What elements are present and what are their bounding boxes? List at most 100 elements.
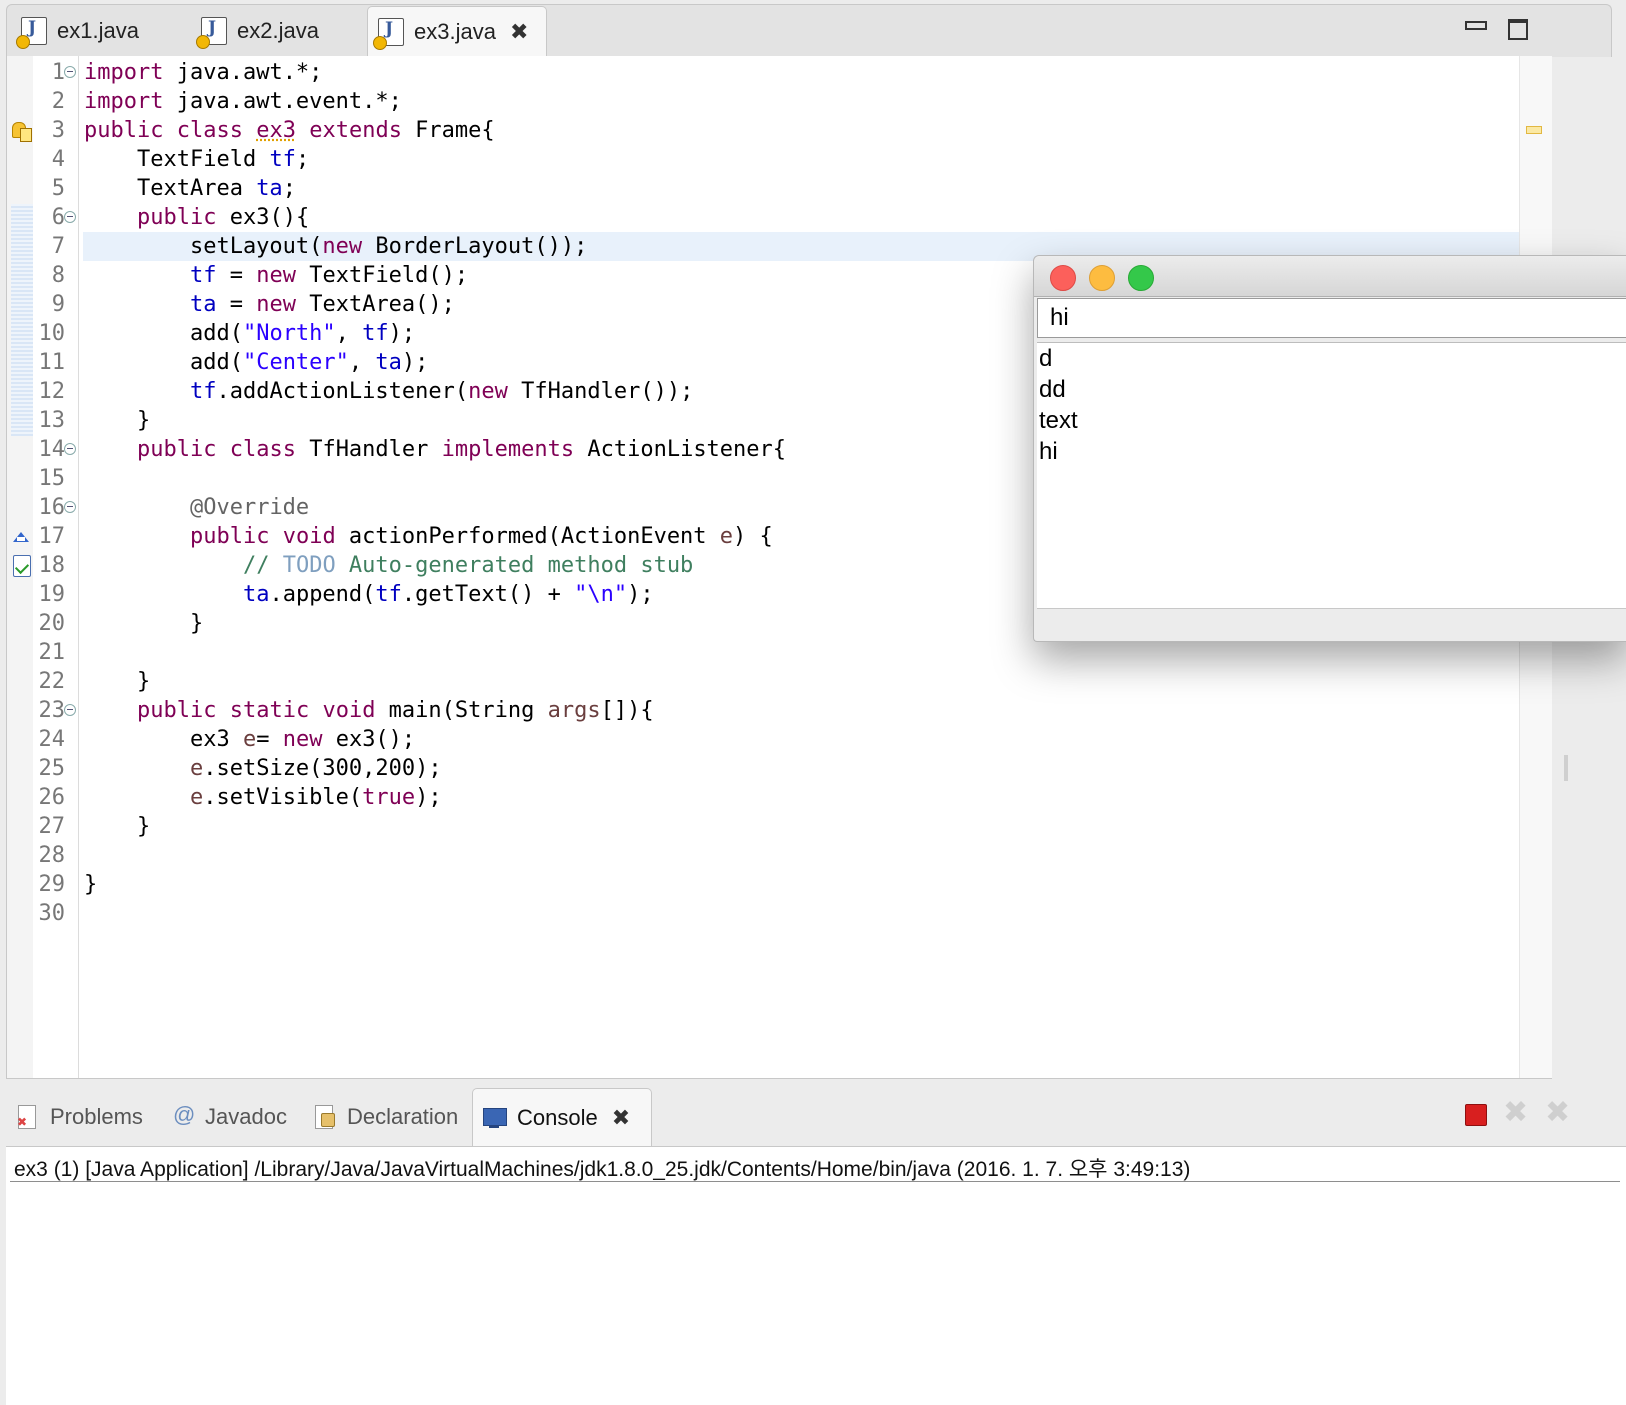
code-text: import java.awt.*; — [84, 58, 322, 87]
line-number: 23 — [38, 698, 66, 723]
code-text: add("North", tf); — [84, 319, 415, 348]
code-token: tf — [189, 379, 217, 404]
line-number: 30 — [38, 901, 66, 926]
minimize-button[interactable] — [1089, 265, 1115, 291]
tab-ex2-java[interactable]: J ex2.java — [191, 7, 319, 55]
console-output[interactable]: ex3 (1) [Java Application] /Library/Java… — [6, 1146, 1626, 1405]
text-field[interactable]: hi — [1037, 298, 1626, 338]
code-token: "\n" — [574, 582, 628, 607]
console-process-label: ex3 (1) [Java Application] /Library/Java… — [14, 1158, 1191, 1181]
tab-console[interactable]: Console ✖︎ — [472, 1088, 652, 1147]
code-token: new — [468, 379, 508, 404]
code-token: "Center" — [242, 350, 349, 375]
fold-collapse-icon[interactable] — [64, 443, 76, 455]
code-token: TextField(); — [295, 263, 469, 288]
line-number: 9 — [51, 292, 65, 317]
code-text: add("Center", ta); — [84, 348, 428, 377]
code-token: .setVisible( — [203, 785, 363, 810]
line-number: 17 — [38, 524, 66, 549]
code-line[interactable]: 30 — [7, 899, 1519, 928]
code-token: ; — [295, 147, 310, 172]
task-icon[interactable] — [10, 553, 32, 577]
line-number: 8 — [51, 263, 65, 288]
code-token: } — [84, 408, 151, 433]
code-token: } — [84, 872, 98, 897]
code-line[interactable]: 22 } — [7, 667, 1519, 696]
line-number: 24 — [38, 727, 66, 752]
code-line[interactable]: 23 public static void main(String args[]… — [7, 696, 1519, 725]
code-token: Auto-generated method stub — [335, 553, 694, 578]
warning-overview-marker[interactable] — [1526, 126, 1542, 134]
code-line[interactable]: 3 public class ex3 extends Frame{ — [7, 116, 1519, 145]
zoom-button[interactable] — [1128, 265, 1154, 291]
tab-declaration[interactable]: Declaration — [303, 1088, 458, 1146]
code-token: ex3(){ — [216, 205, 310, 230]
window-titlebar[interactable] — [1034, 256, 1626, 297]
code-text: ex3 e= new ex3(); — [84, 725, 415, 754]
text-area-line: hi — [1039, 438, 1058, 465]
code-line[interactable]: 4 TextField tf; — [7, 145, 1519, 174]
code-token: new — [256, 263, 296, 288]
text-area[interactable]: d dd text hi — [1037, 342, 1626, 609]
tab-ex1-java[interactable]: J ex1.java — [11, 7, 139, 55]
fold-collapse-icon[interactable] — [64, 66, 76, 78]
code-text: tf = new TextField(); — [84, 261, 468, 290]
terminate-icon[interactable] — [1465, 1104, 1487, 1126]
code-line[interactable]: 29} — [7, 870, 1519, 899]
code-line[interactable]: 28 — [7, 841, 1519, 870]
code-token: void — [282, 524, 336, 549]
fold-collapse-icon[interactable] — [64, 211, 76, 223]
awt-frame-window: hi d dd text hi — [1033, 255, 1626, 642]
remove-launch-icon[interactable]: ✖︎ — [1503, 1098, 1528, 1128]
code-token: .addActionListener( — [216, 379, 469, 404]
maximize-icon[interactable] — [1507, 15, 1529, 40]
text-area-line: text — [1039, 407, 1078, 434]
code-line[interactable]: 27 } — [7, 812, 1519, 841]
warning-icon[interactable] — [10, 118, 32, 142]
code-token: TfHandler()); — [507, 379, 694, 404]
code-token: tf — [375, 582, 402, 607]
code-line[interactable]: 21 — [7, 638, 1519, 667]
code-line[interactable]: 26 e.setVisible(true); — [7, 783, 1519, 812]
line-number: 3 — [51, 118, 65, 143]
code-text: public ex3(){ — [84, 203, 309, 232]
code-token: ); — [415, 785, 442, 810]
tab-ex3-java[interactable]: J ex3.java ✖︎ — [367, 6, 547, 57]
minimize-icon[interactable] — [1463, 15, 1487, 37]
line-number: 27 — [38, 814, 66, 839]
code-token: .append( — [269, 582, 376, 607]
javadoc-icon — [171, 1102, 195, 1129]
override-icon[interactable] — [10, 524, 32, 548]
code-line[interactable]: 2 import java.awt.event.*; — [7, 87, 1519, 116]
remove-all-launches-icon[interactable]: ✖︎ — [1545, 1098, 1570, 1128]
code-line[interactable]: 6 public ex3(){ — [7, 203, 1519, 232]
code-line[interactable]: 25 e.setSize(300,200); — [7, 754, 1519, 783]
code-text: public class ex3 extends Frame{ — [84, 116, 495, 145]
code-text: @Override — [84, 493, 309, 522]
code-token: static — [229, 698, 310, 723]
tab-problems[interactable]: Problems — [6, 1088, 143, 1146]
declaration-icon — [313, 1105, 337, 1129]
code-line[interactable]: 1 import java.awt.*; — [7, 58, 1519, 87]
code-line[interactable]: 5 TextArea ta; — [7, 174, 1519, 203]
code-text: setLayout(new BorderLayout()); — [84, 232, 587, 261]
fold-collapse-icon[interactable] — [64, 501, 76, 513]
code-token: implements — [441, 437, 575, 462]
line-number: 15 — [38, 466, 66, 491]
close-tab-icon[interactable]: ✖︎ — [510, 20, 528, 45]
tab-javadoc[interactable]: Javadoc — [161, 1088, 287, 1146]
close-button[interactable] — [1050, 265, 1076, 291]
divider — [10, 1181, 1620, 1182]
code-token: } — [84, 814, 151, 839]
code-token: .setSize(300,200); — [203, 756, 442, 781]
close-tab-icon[interactable]: ✖︎ — [612, 1106, 630, 1131]
code-text: e.setSize(300,200); — [84, 754, 442, 783]
code-token: import — [84, 89, 164, 114]
sash-handle[interactable] — [1564, 755, 1568, 781]
fold-collapse-icon[interactable] — [64, 704, 76, 716]
code-line[interactable]: 24 ex3 e= new ex3(); — [7, 725, 1519, 754]
